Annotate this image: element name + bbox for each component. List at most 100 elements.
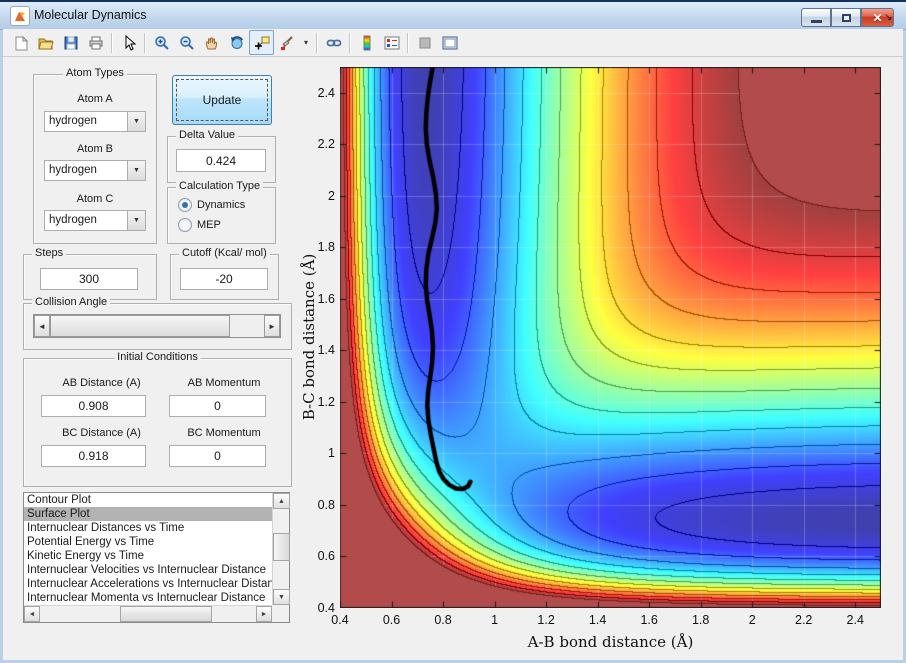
horizontal-scrollbar[interactable]: ◄ ► xyxy=(24,605,272,622)
update-button[interactable]: Update xyxy=(172,75,272,125)
horizontal-scroll-thumb[interactable] xyxy=(120,606,212,622)
toolbar-separator xyxy=(316,32,318,53)
zoom-in-icon[interactable] xyxy=(149,30,174,55)
scrollbar-corner xyxy=(272,605,289,622)
x-tick-label: 1.4 xyxy=(588,613,607,627)
atom-b-label: Atom B xyxy=(76,143,114,155)
slider-track[interactable] xyxy=(230,315,264,337)
cutoff-field[interactable]: -20 xyxy=(180,268,268,290)
collision-angle-title: Collision Angle xyxy=(32,296,111,308)
x-tick-label: 0.4 xyxy=(331,613,349,627)
atom-b-dropdown[interactable]: hydrogen ▼ xyxy=(44,160,146,181)
x-tick-label: 1.6 xyxy=(640,613,658,627)
zoom-out-icon[interactable] xyxy=(174,30,199,55)
radio-mep-label: MEP xyxy=(197,219,221,231)
steps-field[interactable]: 300 xyxy=(40,268,138,290)
brush-icon[interactable] xyxy=(274,30,299,55)
x-tick-label: 2 xyxy=(748,613,756,627)
radio-mep[interactable]: MEP xyxy=(178,218,221,232)
list-item[interactable]: Kinetic Energy vs Time xyxy=(24,549,272,563)
ab-distance-field[interactable]: 0.908 xyxy=(41,395,146,417)
y-tick-label: 1 xyxy=(328,446,335,461)
x-tick-label: 2.4 xyxy=(846,613,864,627)
y-tick-label: 2.4 xyxy=(317,85,335,100)
chevron-down-icon[interactable]: ▼ xyxy=(127,211,145,230)
list-item[interactable]: Contour Plot xyxy=(24,493,272,507)
cutoff-title: Cutoff (Kcal/ mol) xyxy=(179,247,270,259)
pan-icon[interactable] xyxy=(199,30,224,55)
collision-angle-slider[interactable]: ◄ ► xyxy=(33,314,281,338)
app-window: Molecular Dynamics ✕ ▾ ↘ Atom Types Atom… xyxy=(0,0,906,663)
calculation-type-title: Calculation Type xyxy=(176,180,264,192)
toolbar-separator xyxy=(144,32,146,53)
vertical-scroll-thumb[interactable] xyxy=(273,533,290,561)
toolbar-overflow-arrow[interactable]: ↘ xyxy=(884,12,892,23)
slider-right-arrow-icon[interactable]: ► xyxy=(264,315,280,337)
list-item[interactable]: Internuclear Velocities vs Internuclear … xyxy=(24,563,272,577)
initial-conditions-title: Initial Conditions xyxy=(114,351,201,363)
chevron-down-icon[interactable]: ▼ xyxy=(127,161,145,180)
dock-figure-icon[interactable] xyxy=(437,30,462,55)
link-plot-icon[interactable] xyxy=(321,30,346,55)
minimize-button[interactable] xyxy=(801,8,831,27)
scroll-right-icon[interactable]: ► xyxy=(256,606,272,622)
horizontal-scroll-track[interactable] xyxy=(40,606,256,622)
y-tick-label: 1.8 xyxy=(317,240,335,255)
bc-distance-field[interactable]: 0.918 xyxy=(41,445,146,467)
legend-icon[interactable] xyxy=(379,30,404,55)
list-item[interactable]: Surface Plot xyxy=(24,507,272,521)
x-tick-label: 1.8 xyxy=(691,613,710,627)
matlab-app-icon xyxy=(10,6,30,26)
atom-a-value: hydrogen xyxy=(49,115,97,127)
hide-plot-tools-icon[interactable] xyxy=(412,30,437,55)
y-axis-label: B-C bond distance (Å) xyxy=(300,253,318,421)
figure-toolbar: ▾ xyxy=(3,29,903,57)
plot-type-list: Contour Plot Surface Plot Internuclear Dis… xyxy=(24,493,272,605)
minimize-icon xyxy=(810,20,822,23)
ab-momentum-field[interactable]: 0 xyxy=(169,395,266,417)
calculation-type-panel: Calculation Type Dynamics MEP xyxy=(167,180,276,244)
x-tick-label: 0.6 xyxy=(382,613,401,627)
slider-thumb[interactable] xyxy=(50,315,230,337)
list-item[interactable]: Potential Energy vs Time xyxy=(24,535,272,549)
vertical-scrollbar[interactable]: ▲ ▼ xyxy=(272,493,290,605)
colorbar-icon[interactable] xyxy=(354,30,379,55)
scroll-down-icon[interactable]: ▼ xyxy=(273,589,290,605)
bc-distance-label: BC Distance (A) xyxy=(62,427,141,439)
open-file-icon[interactable] xyxy=(33,30,58,55)
potential-energy-surface-plot[interactable] xyxy=(340,67,881,608)
toolbar-separator xyxy=(349,32,351,53)
save-icon[interactable] xyxy=(58,30,83,55)
atom-a-dropdown[interactable]: hydrogen ▼ xyxy=(44,111,146,132)
x-axis-label: A-B bond distance (Å) xyxy=(527,633,694,651)
initial-conditions-panel: Initial Conditions AB Distance (A) AB Mo… xyxy=(23,351,292,487)
restore-button[interactable] xyxy=(831,8,861,27)
cutoff-panel: Cutoff (Kcal/ mol) -20 xyxy=(170,247,279,300)
pointer-icon[interactable] xyxy=(116,30,141,55)
brush-dropdown-caret[interactable]: ▾ xyxy=(299,30,313,55)
bc-momentum-field[interactable]: 0 xyxy=(169,445,266,467)
rotate-3d-icon[interactable] xyxy=(224,30,249,55)
print-icon[interactable] xyxy=(83,30,108,55)
scroll-up-icon[interactable]: ▲ xyxy=(273,493,290,509)
toolbar-separator xyxy=(111,32,113,53)
y-tick-label: 2 xyxy=(328,188,335,203)
list-item[interactable]: Internuclear Accelerations vs Internucle… xyxy=(24,577,272,591)
x-tick-label: 1.2 xyxy=(537,613,555,627)
atom-c-dropdown[interactable]: hydrogen ▼ xyxy=(44,210,146,231)
list-item[interactable]: Internuclear Momenta vs Internuclear Dis… xyxy=(24,591,272,605)
y-tick-label: 0.8 xyxy=(317,497,335,512)
y-tick-label: 2.2 xyxy=(317,137,335,152)
delta-value-field[interactable]: 0.424 xyxy=(176,149,266,172)
data-cursor-icon[interactable] xyxy=(249,30,274,55)
bc-momentum-label: BC Momentum xyxy=(187,427,261,439)
slider-left-arrow-icon[interactable]: ◄ xyxy=(34,315,50,337)
list-item[interactable]: Internuclear Distances vs Time xyxy=(24,521,272,535)
y-tick-label: 0.6 xyxy=(317,549,335,564)
new-figure-icon[interactable] xyxy=(8,30,33,55)
atom-c-label: Atom C xyxy=(76,193,114,205)
scroll-left-icon[interactable]: ◄ xyxy=(24,606,40,622)
radio-dynamics[interactable]: Dynamics xyxy=(178,198,245,212)
chevron-down-icon[interactable]: ▼ xyxy=(127,112,145,131)
ab-momentum-label: AB Momentum xyxy=(187,377,261,389)
